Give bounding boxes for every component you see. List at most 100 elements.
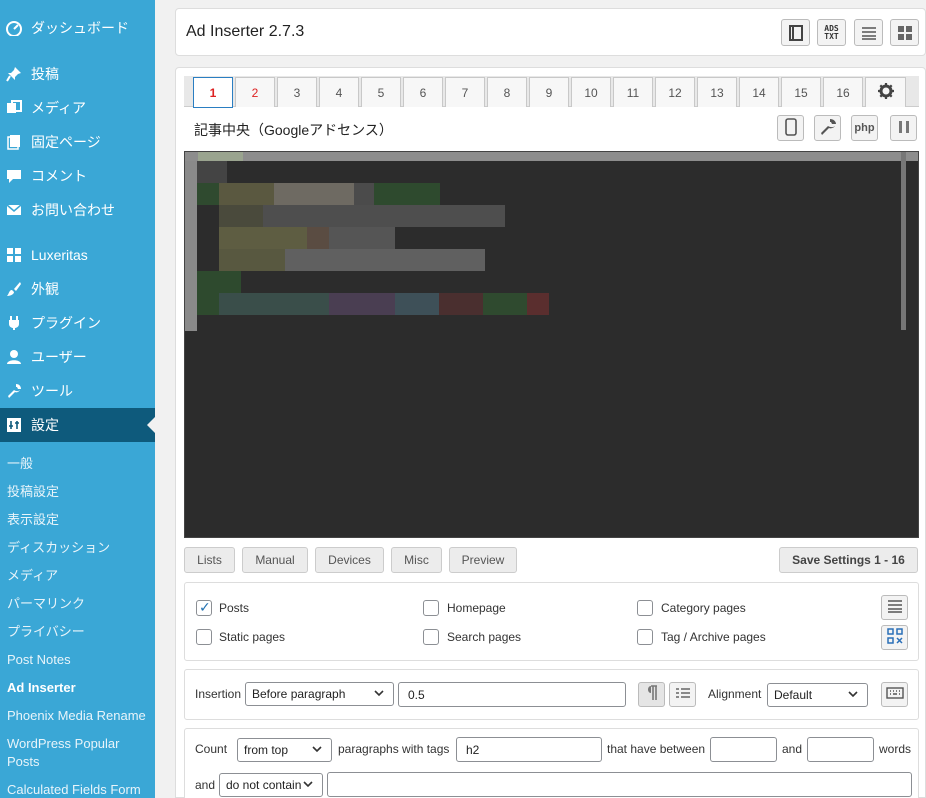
submenu-media[interactable]: メディア — [7, 567, 152, 585]
paragraph-tags-input[interactable]: h2 — [456, 737, 602, 762]
submenu-wordpress-popular-posts[interactable]: WordPress Popular Posts — [7, 735, 152, 771]
lists-toggle-button[interactable] — [881, 595, 908, 620]
editor-line — [219, 249, 285, 271]
tab-general-settings[interactable] — [865, 77, 906, 107]
count-direction-select[interactable]: from top — [237, 738, 332, 762]
list-icon — [860, 25, 878, 41]
save-settings-button[interactable]: Save Settings 1 - 16 — [779, 547, 918, 573]
tab-block-13[interactable]: 13 — [697, 77, 737, 107]
qr-code-button[interactable] — [881, 625, 908, 650]
user-icon — [4, 347, 24, 367]
tab-block-4[interactable]: 4 — [319, 77, 359, 107]
menu-contact[interactable]: お問い合わせ — [0, 193, 155, 227]
menu-posts[interactable]: 投稿 — [0, 57, 155, 91]
tab-block-14[interactable]: 14 — [739, 77, 779, 107]
blocks-view-button[interactable] — [890, 19, 919, 46]
insertion-label: Insertion — [195, 687, 242, 701]
pin-icon — [4, 64, 24, 84]
chevron-down-icon — [302, 778, 314, 793]
preview-button[interactable]: Preview — [449, 547, 517, 573]
insertion-select[interactable]: Before paragraph — [245, 682, 394, 706]
contain-mode-select[interactable]: do not contain — [219, 773, 323, 797]
keyboard-icon — [885, 687, 904, 702]
tag-archive-pages-checkbox[interactable] — [637, 629, 653, 645]
posts-checkbox[interactable] — [196, 599, 212, 616]
and-label: and — [782, 742, 803, 756]
max-words-input[interactable] — [807, 737, 874, 762]
devices-button[interactable]: Devices — [315, 547, 384, 573]
paragraph-count-box: Count from top paragraphs with tags h2 t… — [184, 728, 919, 798]
menu-plugins[interactable]: プラグイン — [0, 306, 155, 340]
tab-block-10[interactable]: 10 — [571, 77, 611, 107]
code-editor[interactable] — [184, 151, 919, 538]
misc-button[interactable]: Misc — [391, 547, 442, 573]
documentation-button[interactable] — [781, 19, 810, 46]
keyboard-button[interactable] — [881, 682, 908, 707]
manual-button[interactable]: Manual — [242, 547, 308, 573]
submenu-ad-inserter[interactable]: Ad Inserter — [7, 679, 152, 697]
tab-block-1[interactable]: 1 — [193, 77, 233, 108]
submenu-privacy[interactable]: プライバシー — [7, 623, 152, 641]
menu-luxeritas[interactable]: Luxeritas — [0, 238, 155, 272]
grid-icon — [4, 245, 24, 265]
menu-media[interactable]: メディア — [0, 91, 155, 125]
tab-block-2[interactable]: 2 — [235, 77, 275, 107]
tab-block-7[interactable]: 7 — [445, 77, 485, 107]
search-pages-checkbox[interactable] — [423, 629, 439, 645]
menu-dashboard[interactable]: ダッシュボード — [0, 11, 155, 45]
submenu-discussion[interactable]: ディスカッション — [7, 539, 152, 557]
submenu-reading[interactable]: 表示設定 — [7, 511, 152, 529]
menu-settings[interactable]: 設定 — [0, 408, 155, 442]
min-words-input[interactable] — [710, 737, 777, 762]
paragraph-toggle-button[interactable] — [638, 682, 665, 707]
menu-pages[interactable]: 固定ページ — [0, 125, 155, 159]
tab-block-9[interactable]: 9 — [529, 77, 569, 107]
alignment-value: Default — [774, 688, 813, 702]
tab-block-8[interactable]: 8 — [487, 77, 527, 107]
tab-block-11[interactable]: 11 — [613, 77, 653, 107]
static-pages-label: Static pages — [219, 630, 286, 644]
submenu-post-notes[interactable]: Post Notes — [7, 651, 152, 669]
device-preview-button[interactable] — [777, 115, 804, 141]
tab-block-15[interactable]: 15 — [781, 77, 821, 107]
tools-button[interactable] — [814, 115, 841, 141]
pause-block-button[interactable] — [890, 115, 917, 141]
tab-block-6[interactable]: 6 — [403, 77, 443, 107]
block-name[interactable]: 記事中央（Googleアドセンス） — [194, 120, 393, 140]
paragraph-number-input[interactable]: 0.5 — [398, 682, 626, 707]
lists-button[interactable]: Lists — [184, 547, 235, 573]
submenu-phoenix-media-rename[interactable]: Phoenix Media Rename — [7, 707, 152, 725]
settings-icon — [4, 415, 24, 435]
submenu-calculated-fields-form[interactable]: Calculated Fields Form — [7, 781, 152, 798]
menu-label: コメント — [31, 168, 87, 184]
tab-block-3[interactable]: 3 — [277, 77, 317, 107]
editor-line — [354, 183, 374, 205]
category-pages-checkbox[interactable] — [637, 600, 653, 616]
menu-tools[interactable]: ツール — [0, 374, 155, 408]
menu-users[interactable]: ユーザー — [0, 340, 155, 374]
tab-block-12[interactable]: 12 — [655, 77, 695, 107]
block-settings-panel: 1 2 3 4 5 6 7 8 9 10 11 12 13 14 15 16 記… — [175, 67, 926, 798]
menu-comments[interactable]: コメント — [0, 159, 155, 193]
contain-text-input[interactable] — [327, 772, 912, 797]
editor-line — [439, 293, 483, 315]
submenu-general[interactable]: 一般 — [7, 455, 152, 473]
editor-scrollbar[interactable] — [901, 152, 906, 330]
alignment-select[interactable]: Default — [767, 683, 868, 707]
pause-icon — [898, 120, 910, 137]
submenu-permalink[interactable]: パーマリンク — [7, 595, 152, 613]
list-view-button[interactable] — [854, 19, 883, 46]
count-direction-value: from top — [244, 743, 289, 757]
php-toggle-button[interactable]: php — [851, 115, 878, 141]
menu-appearance[interactable]: 外観 — [0, 272, 155, 306]
ads-txt-button[interactable]: ADS TXT — [817, 19, 846, 46]
tab-block-5[interactable]: 5 — [361, 77, 401, 107]
tab-block-16[interactable]: 16 — [823, 77, 863, 107]
paragraph-settings-button[interactable] — [669, 682, 696, 707]
pilcrow-icon — [646, 685, 658, 704]
static-pages-checkbox[interactable] — [196, 629, 212, 645]
homepage-checkbox[interactable] — [423, 600, 439, 616]
php-label: php — [854, 122, 875, 134]
editor-line — [329, 293, 395, 315]
submenu-writing[interactable]: 投稿設定 — [7, 483, 152, 501]
